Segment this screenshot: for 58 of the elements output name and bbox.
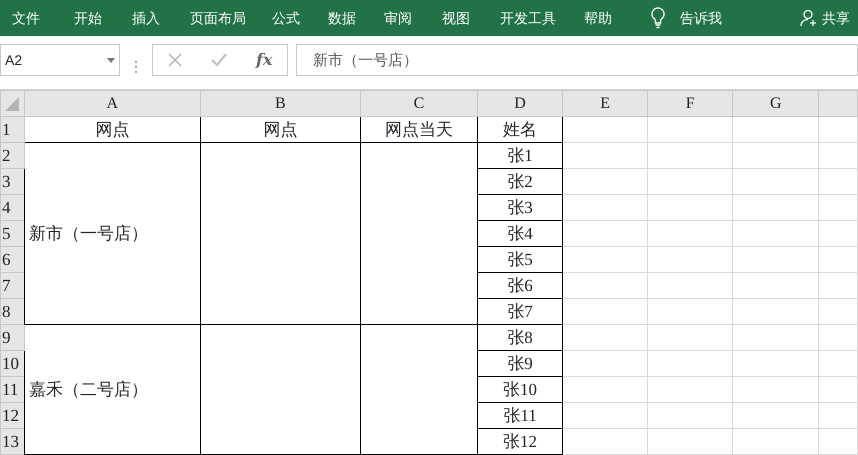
row-header[interactable]: 5 — [0, 220, 24, 246]
table-cell: 张10 — [478, 376, 563, 402]
row-header[interactable]: 10 — [0, 350, 24, 376]
header-cell: 网点当天 — [360, 116, 478, 142]
table-cell: 张2 — [478, 168, 563, 194]
ribbon-tab[interactable]: 视图 — [442, 8, 470, 28]
ribbon-tab[interactable]: 审阅 — [384, 8, 412, 28]
row-header[interactable]: 1 — [0, 116, 24, 142]
row-header[interactable]: 12 — [0, 402, 24, 428]
column-header[interactable]: D — [478, 90, 563, 116]
ribbon-tab[interactable]: 开始 — [74, 8, 102, 28]
column-header[interactable]: A — [24, 90, 200, 116]
table-cell: 张4 — [478, 220, 563, 246]
column-header[interactable]: G — [732, 90, 819, 116]
checkmark-icon[interactable] — [210, 53, 227, 67]
table-cell: 张5 — [478, 246, 563, 272]
column-header[interactable]: C — [360, 90, 478, 116]
table-cell: 张6 — [478, 272, 563, 298]
cancel-icon[interactable] — [168, 53, 182, 67]
ribbon-tab[interactable]: 公式 — [272, 8, 300, 28]
row-header[interactable]: 6 — [0, 246, 24, 272]
table-cell: 张1 — [478, 142, 563, 168]
row-header[interactable]: 4 — [0, 194, 24, 220]
header-cell: 网点 — [200, 116, 360, 142]
table-cell: 张3 — [478, 194, 563, 220]
formula-field[interactable]: 新市（一号店） — [296, 44, 858, 76]
row-header[interactable]: 13 — [0, 428, 24, 454]
table-cell: 张7 — [478, 298, 563, 324]
ribbon-tab[interactable]: 开发工具 — [500, 8, 556, 28]
add-person-icon — [800, 9, 818, 27]
ribbon-tab[interactable]: 页面布局 — [190, 8, 246, 28]
column-header[interactable]: B — [200, 90, 360, 116]
ribbon-tab[interactable]: 插入 — [132, 8, 160, 28]
row-header[interactable]: 3 — [0, 168, 24, 194]
table-cell: 张12 — [478, 428, 563, 454]
table-cell: 张9 — [478, 350, 563, 376]
name-box[interactable]: A2 — [5, 50, 22, 70]
header-cell: 姓名 — [478, 116, 563, 142]
table-cell: 张11 — [478, 402, 563, 428]
column-header[interactable]: E — [562, 90, 648, 116]
ribbon-tab[interactable]: 数据 — [328, 8, 356, 28]
select-all-icon[interactable] — [5, 96, 20, 111]
column-header[interactable]: F — [648, 90, 733, 116]
lightbulb-icon[interactable] — [650, 7, 666, 29]
table-cell: 张8 — [478, 324, 563, 350]
header-cell: 网点 — [24, 116, 200, 142]
caret-icon[interactable] — [107, 58, 115, 62]
row-header[interactable]: 8 — [0, 298, 24, 324]
insert-function-button[interactable]: fx — [256, 48, 272, 72]
row-header[interactable]: 7 — [0, 272, 24, 298]
row-header[interactable]: 11 — [0, 376, 24, 402]
ribbon-tab[interactable]: 文件 — [12, 8, 40, 28]
row-header[interactable]: 2 — [0, 142, 24, 168]
row-header[interactable]: 9 — [0, 324, 24, 350]
ribbon-tab[interactable]: 帮助 — [584, 8, 612, 28]
tell-me-button[interactable]: 告诉我 — [680, 8, 722, 28]
grip-icon — [134, 60, 138, 74]
share-button[interactable]: 共享 — [800, 8, 850, 28]
